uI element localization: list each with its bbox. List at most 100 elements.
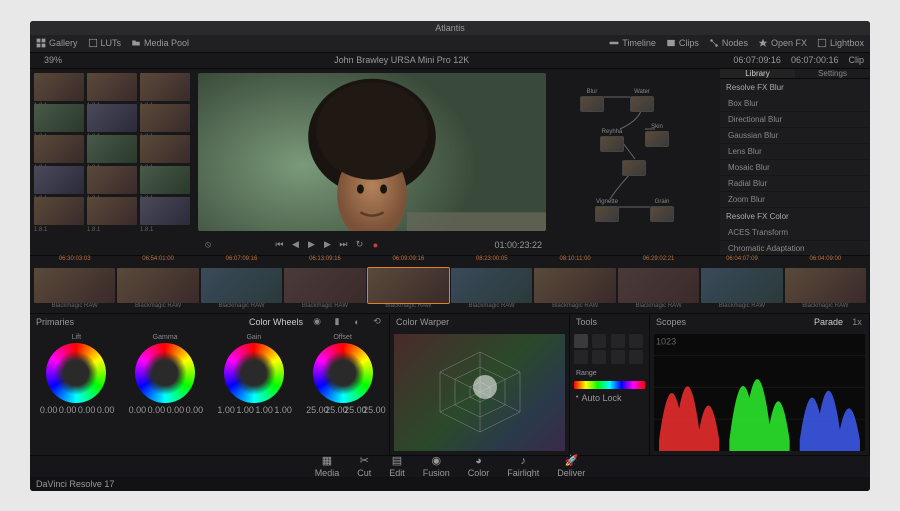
page-color[interactable]: ◕Color — [468, 455, 490, 478]
color-wheels-tab[interactable]: Color Wheels — [249, 317, 303, 327]
wheel-value[interactable]: 25.00 — [306, 405, 322, 415]
gallery-still[interactable] — [87, 135, 137, 163]
page-fairlight[interactable]: ♪Fairlight — [507, 455, 539, 478]
fx-item[interactable]: Mosaic Blur — [720, 160, 870, 176]
gallery-still[interactable] — [140, 135, 190, 163]
hue-spectrum[interactable] — [574, 381, 645, 389]
wheel-control[interactable] — [313, 343, 373, 403]
node-graph[interactable]: Blur Water Reyhha Skin Vignette Grain — [550, 69, 720, 255]
wheel-control[interactable] — [135, 343, 195, 403]
toolbar-luts[interactable]: LUTs — [88, 38, 122, 48]
wheel-value[interactable]: 0.00 — [97, 405, 113, 415]
page-fusion[interactable]: ◉Fusion — [423, 454, 450, 478]
picker-add-tool[interactable] — [592, 334, 606, 348]
node[interactable]: Vignette — [595, 199, 619, 222]
wheel-value[interactable]: 0.00 — [148, 405, 164, 415]
fx-item[interactable]: Radial Blur — [720, 176, 870, 192]
wheel-value[interactable]: 25.00 — [344, 405, 360, 415]
softness-tool[interactable] — [629, 334, 643, 348]
auto-lock-checkbox[interactable]: • Auto Lock — [570, 391, 649, 405]
wheel-value[interactable]: 1.00 — [255, 405, 271, 415]
node[interactable]: Blur — [580, 89, 604, 112]
library-tab[interactable]: Library — [720, 69, 795, 78]
step-fwd-button[interactable]: ▶ — [321, 239, 333, 251]
toolbar-timeline[interactable]: Timeline — [609, 38, 656, 48]
page-edit[interactable]: ▤Edit — [389, 454, 405, 478]
timeline-clip[interactable] — [618, 268, 699, 303]
fx-item[interactable]: Directional Blur — [720, 112, 870, 128]
wheel-control[interactable] — [46, 343, 106, 403]
timeline-clip[interactable] — [534, 268, 615, 303]
bypass-icon[interactable]: ⦸ — [202, 239, 214, 251]
gallery-still[interactable] — [34, 166, 84, 194]
toolbar-media-pool[interactable]: Media Pool — [131, 38, 189, 48]
settings-tab[interactable]: Settings — [795, 69, 870, 78]
gallery-still[interactable] — [87, 73, 137, 101]
timeline-clip[interactable] — [34, 268, 115, 303]
timeline-clip[interactable] — [785, 268, 866, 303]
record-button[interactable]: ● — [369, 239, 381, 251]
wheel-value[interactable]: 25.00 — [363, 405, 379, 415]
bars-mode-icon[interactable]: ▮ — [331, 316, 343, 328]
gallery-still[interactable] — [140, 104, 190, 132]
timeline-clip[interactable] — [368, 268, 449, 303]
color-warper-grid[interactable] — [394, 334, 565, 451]
node[interactable]: Skin — [645, 124, 669, 147]
mask-tool[interactable] — [592, 350, 606, 364]
gallery-still[interactable] — [87, 104, 137, 132]
reset-tool[interactable] — [611, 350, 625, 364]
gallery-still[interactable] — [140, 166, 190, 194]
invert-tool[interactable] — [574, 350, 588, 364]
gallery-still[interactable] — [87, 166, 137, 194]
wheels-mode-icon[interactable]: ◉ — [311, 316, 323, 328]
picker-tool[interactable] — [574, 334, 588, 348]
viewer[interactable] — [198, 73, 546, 231]
timeline-clip[interactable] — [451, 268, 532, 303]
wheel-value[interactable]: 0.00 — [59, 405, 75, 415]
timeline-clip[interactable] — [117, 268, 198, 303]
wheel-value[interactable]: 0.00 — [40, 405, 56, 415]
wheel-value[interactable]: 0.00 — [129, 405, 145, 415]
clip-mode[interactable]: Clip — [848, 55, 864, 65]
scope-scale[interactable]: 1x — [851, 316, 863, 328]
wheel-value[interactable]: 1.00 — [236, 405, 252, 415]
fx-item[interactable]: Box Blur — [720, 96, 870, 112]
wheel-value[interactable]: 1.00 — [274, 405, 290, 415]
play-button[interactable]: ▶ — [305, 239, 317, 251]
wheel-control[interactable] — [224, 343, 284, 403]
node[interactable]: Water — [630, 89, 654, 112]
log-mode-icon[interactable]: ◐ — [351, 316, 363, 328]
step-back-button[interactable]: ◀ — [289, 239, 301, 251]
node[interactable]: Grain — [650, 199, 674, 222]
timeline-clip[interactable] — [201, 268, 282, 303]
loop-button[interactable]: ↻ — [353, 239, 365, 251]
fx-item[interactable]: Gaussian Blur — [720, 128, 870, 144]
wheel-value[interactable]: 0.00 — [78, 405, 94, 415]
scope-mode[interactable]: Parade — [814, 317, 843, 327]
wheel-value[interactable]: 25.00 — [325, 405, 341, 415]
picker-sub-tool[interactable] — [611, 334, 625, 348]
node[interactable] — [622, 159, 646, 176]
timeline-clip[interactable] — [701, 268, 782, 303]
toolbar-nodes[interactable]: Nodes — [709, 38, 748, 48]
fx-item[interactable]: Lens Blur — [720, 144, 870, 160]
fx-item[interactable]: ACES Transform — [720, 225, 870, 241]
fx-item[interactable]: Zoom Blur — [720, 192, 870, 208]
toolbar-gallery[interactable]: Gallery — [36, 38, 78, 48]
reset-icon[interactable]: ⟲ — [371, 316, 383, 328]
node[interactable]: Reyhha — [600, 129, 624, 152]
page-media[interactable]: ▦Media — [315, 454, 340, 478]
next-clip-button[interactable]: ⏭ — [337, 239, 349, 251]
gallery-still[interactable] — [140, 197, 190, 225]
prev-clip-button[interactable]: ⏮ — [273, 239, 285, 251]
gallery-still[interactable] — [87, 197, 137, 225]
gallery-still[interactable] — [34, 135, 84, 163]
menu-tool[interactable] — [629, 350, 643, 364]
gallery-still[interactable] — [34, 197, 84, 225]
page-deliver[interactable]: 🚀Deliver — [557, 454, 585, 478]
toolbar-openfx[interactable]: Open FX — [758, 38, 807, 48]
gallery-still[interactable] — [34, 73, 84, 101]
zoom-level[interactable]: 39% — [36, 55, 70, 65]
wheel-value[interactable]: 0.00 — [186, 405, 202, 415]
toolbar-lightbox[interactable]: Lightbox — [817, 38, 864, 48]
